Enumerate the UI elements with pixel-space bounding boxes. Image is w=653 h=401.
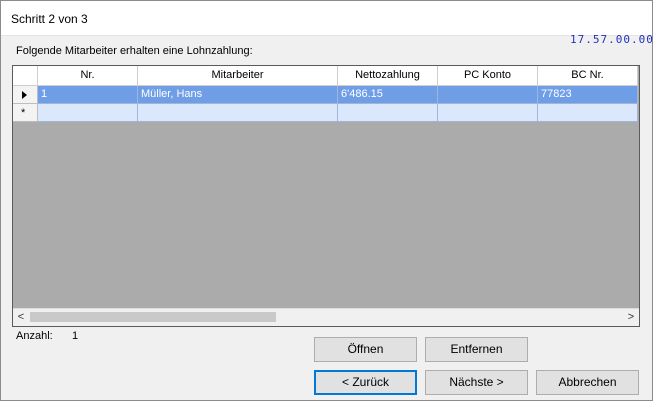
row-selector[interactable]	[13, 86, 38, 104]
cell-pc-konto[interactable]	[438, 86, 538, 104]
window-title: Schritt 2 von 3	[11, 12, 88, 26]
open-button[interactable]: Öffnen	[314, 337, 417, 362]
employee-grid[interactable]: Nr. Mitarbeiter Nettozahlung PC Konto BC…	[12, 65, 640, 327]
back-button[interactable]: < Zurück	[314, 370, 417, 395]
column-header-bc-nr[interactable]: BC Nr.	[538, 66, 638, 86]
scroll-right-icon[interactable]: >	[623, 310, 639, 325]
cell-nettozahlung[interactable]: 6'486.15	[338, 86, 438, 104]
new-cell-nr[interactable]	[38, 104, 138, 122]
new-cell-mitarbeiter[interactable]	[138, 104, 338, 122]
grid-header: Nr. Mitarbeiter Nettozahlung PC Konto BC…	[13, 66, 638, 86]
column-header-nr[interactable]: Nr.	[38, 66, 138, 86]
anzahl-label: Anzahl:	[16, 330, 53, 342]
remove-button[interactable]: Entfernen	[425, 337, 528, 362]
column-header-nettozahlung[interactable]: Nettozahlung	[338, 66, 438, 86]
column-header-mitarbeiter[interactable]: Mitarbeiter	[138, 66, 338, 86]
background-window-text: 17.57.00.000	[570, 33, 653, 46]
new-row-asterisk-icon: *	[21, 107, 26, 119]
next-button[interactable]: Nächste >	[425, 370, 528, 395]
cell-nr[interactable]: 1	[38, 86, 138, 104]
column-header-pc-konto[interactable]: PC Konto	[438, 66, 538, 86]
cell-bc-nr[interactable]: 77823	[538, 86, 638, 104]
cell-mitarbeiter[interactable]: Müller, Hans	[138, 86, 338, 104]
title-bar[interactable]: Schritt 2 von 3	[1, 1, 652, 36]
cancel-button[interactable]: Abbrechen	[536, 370, 639, 395]
new-cell-pc-konto[interactable]	[438, 104, 538, 122]
new-row[interactable]: *	[13, 104, 638, 122]
scroll-thumb[interactable]	[30, 312, 276, 322]
scroll-left-icon[interactable]: <	[13, 310, 29, 325]
horizontal-scrollbar[interactable]: < >	[13, 308, 639, 326]
new-row-selector[interactable]: *	[13, 104, 38, 122]
new-cell-bc-nr[interactable]	[538, 104, 638, 122]
current-row-arrow-icon	[22, 91, 27, 99]
table-row[interactable]: 1 Müller, Hans 6'486.15 77823	[13, 86, 638, 104]
row-header-corner[interactable]	[13, 66, 38, 86]
intro-label: Folgende Mitarbeiter erhalten eine Lohnz…	[16, 45, 253, 57]
anzahl-value: 1	[72, 330, 79, 342]
new-cell-nettozahlung[interactable]	[338, 104, 438, 122]
